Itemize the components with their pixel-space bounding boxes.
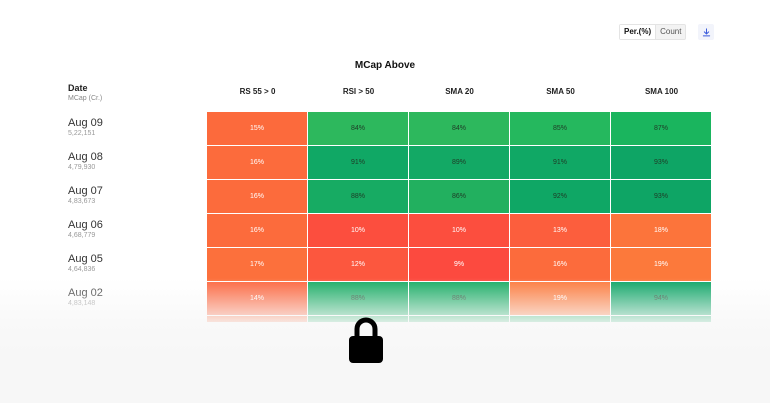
row-date: Aug 06	[68, 219, 103, 231]
column-header: RS 55 > 0	[239, 87, 276, 96]
table-row: 15% 84% 84% 85% 87%	[207, 112, 711, 146]
row-label: Aug 08 4,79,930	[68, 150, 103, 184]
row-date: Aug 08	[68, 151, 103, 163]
row-label: Aug 06 4,68,779	[68, 218, 103, 252]
column-headers: RS 55 > 0 RSI > 50 SMA 20 SMA 50 SMA 100	[207, 87, 712, 96]
view-mode-toggle: Per.(%) Count	[619, 24, 687, 40]
row-date: Aug 09	[68, 117, 103, 129]
heatmap-cell[interactable]: 93%	[611, 180, 711, 213]
heatmap-cell[interactable]: 9%	[409, 248, 509, 281]
heatmap-cell[interactable]: 10%	[409, 214, 509, 247]
row-date: Aug 05	[68, 253, 103, 265]
heatmap-cell[interactable]: 19%	[611, 248, 711, 281]
heatmap-cell[interactable]: 87%	[611, 112, 711, 145]
toolbar: Per.(%) Count	[619, 24, 715, 40]
heatmap-cell[interactable]: 12%	[308, 248, 408, 281]
heatmap-cell[interactable]: 89%	[409, 146, 509, 179]
heatmap-cell[interactable]: 16%	[510, 248, 610, 281]
heatmap-cell[interactable]: 84%	[409, 112, 509, 145]
heatmap-cell[interactable]: 18%	[611, 214, 711, 247]
lock-icon	[349, 317, 383, 363]
heatmap-cell[interactable]: 13%	[510, 214, 610, 247]
row-mcap: 4,64,836	[68, 266, 96, 273]
heatmap-cell[interactable]: 93%	[611, 146, 711, 179]
heatmap-cell[interactable]: 88%	[308, 180, 408, 213]
download-icon	[702, 27, 711, 36]
row-mcap: 5,22,151	[68, 130, 96, 137]
row-mcap: 4,83,673	[68, 198, 96, 205]
heatmap-cell[interactable]: 16%	[207, 146, 307, 179]
column-header: RSI > 50	[342, 87, 375, 96]
mcap-header-label: MCap (Cr.)	[68, 95, 103, 102]
count-toggle-button[interactable]: Count	[656, 25, 685, 39]
heatmap-cell[interactable]: 84%	[308, 112, 408, 145]
download-button[interactable]	[698, 24, 715, 40]
column-header: SMA 50	[546, 87, 575, 96]
column-header: SMA 100	[644, 87, 679, 96]
table-row: 16% 91% 89% 91% 93%	[207, 146, 711, 180]
heatmap-cell[interactable]: 86%	[409, 180, 509, 213]
panel-title: MCap Above	[354, 60, 416, 71]
heatmap-cell[interactable]: 91%	[308, 146, 408, 179]
date-header-label: Date	[68, 83, 88, 93]
heatmap-cell[interactable]: 85%	[510, 112, 610, 145]
heatmap-cell[interactable]: 17%	[207, 248, 307, 281]
row-mcap: 4,68,779	[68, 232, 96, 239]
lock-overlay[interactable]	[348, 317, 384, 369]
row-label: Aug 07 4,83,673	[68, 184, 103, 218]
row-mcap: 4,79,930	[68, 164, 96, 171]
heatmap-cell[interactable]: 10%	[308, 214, 408, 247]
row-date: Aug 07	[68, 185, 103, 197]
heatmap-cell[interactable]: 16%	[207, 180, 307, 213]
column-header: SMA 20	[445, 87, 474, 96]
heatmap-cell[interactable]: 92%	[510, 180, 610, 213]
heatmap-cell[interactable]: 16%	[207, 214, 307, 247]
heatmap-cell[interactable]: 15%	[207, 112, 307, 145]
percent-toggle-button[interactable]: Per.(%)	[620, 25, 657, 39]
date-column-header: Date MCap (Cr.)	[68, 83, 102, 102]
table-row: 17% 12% 9% 16% 19%	[207, 248, 711, 282]
heatmap-cell[interactable]: 91%	[510, 146, 610, 179]
table-row: 16% 10% 10% 13% 18%	[207, 214, 711, 248]
row-label: Aug 09 5,22,151	[68, 116, 103, 150]
table-row: 16% 88% 86% 92% 93%	[207, 180, 711, 214]
locked-content-fade	[0, 278, 770, 403]
